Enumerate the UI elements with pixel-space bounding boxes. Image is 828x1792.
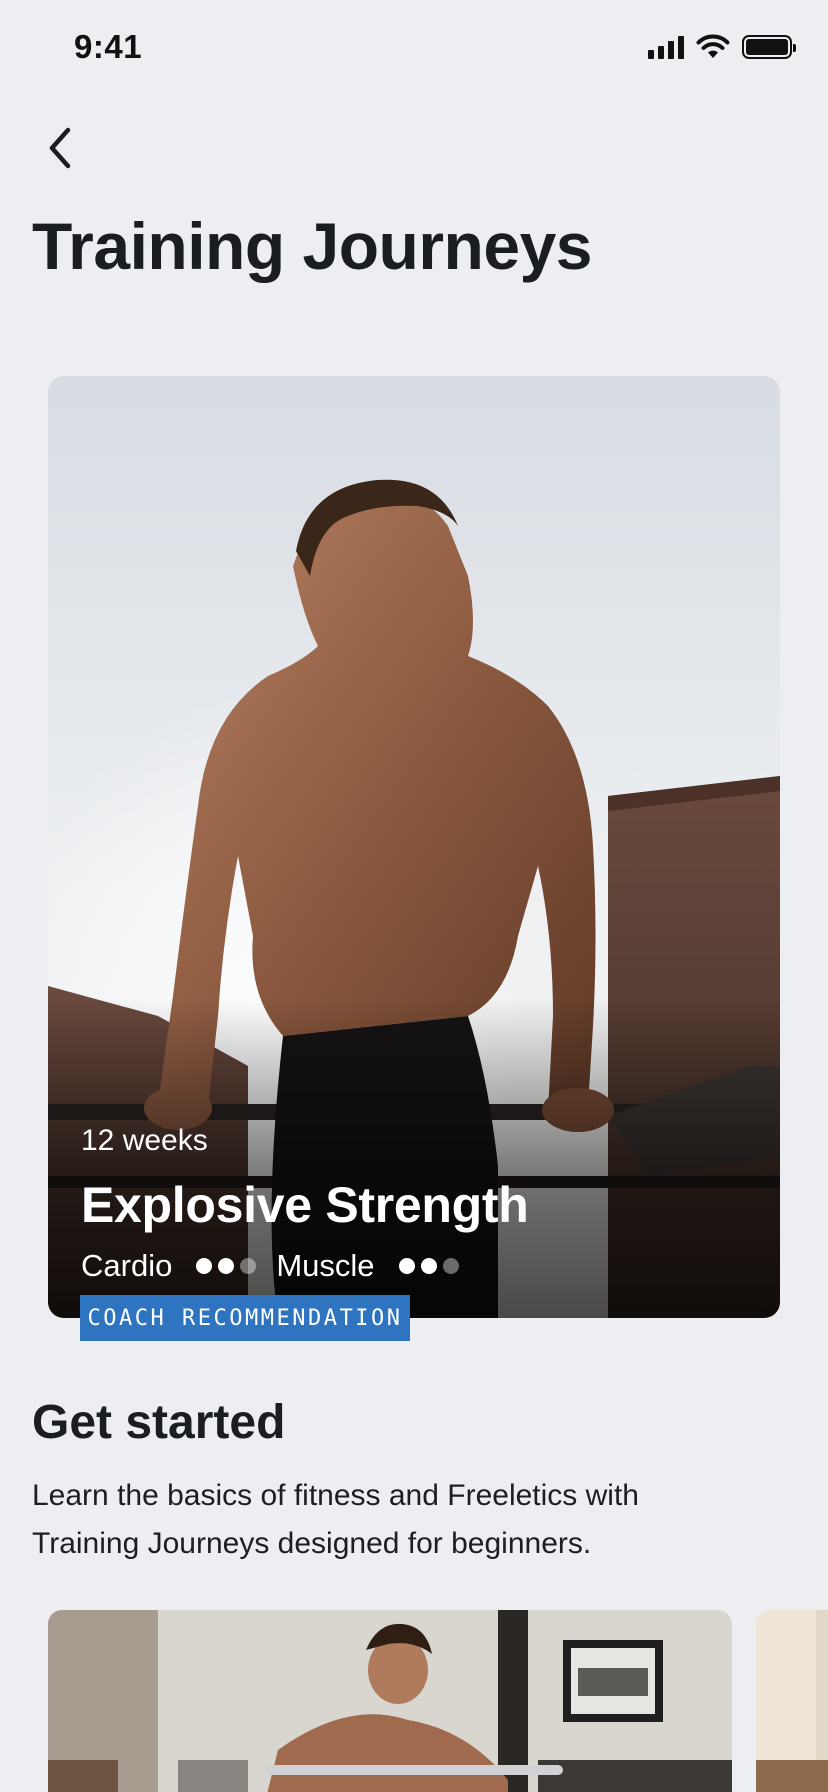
next-journey-card[interactable] [756, 1610, 828, 1792]
chevron-left-icon [49, 127, 71, 169]
back-button[interactable] [30, 118, 90, 178]
section-description: Learn the basics of fitness and Freeleti… [32, 1479, 639, 1560]
cardio-level-dots [196, 1258, 257, 1274]
section-title-get-started: Get started [32, 1396, 286, 1449]
page-title: Training Journeys [32, 209, 592, 283]
muscle-level-dots [398, 1258, 459, 1274]
featured-journey-card[interactable]: 12 weeks Explosive Strength Cardio Muscl… [48, 376, 780, 1318]
metric-cardio-label: Cardio [81, 1248, 173, 1283]
metric-muscle-label: Muscle [276, 1248, 375, 1283]
status-time: 9:41 [74, 28, 143, 65]
journey-duration: 12 weeks [81, 1124, 208, 1157]
journey-title: Explosive Strength [81, 1177, 529, 1233]
training-journeys-screen: 9:41 Training Journeys 12 weeks Explosiv… [0, 0, 828, 1792]
wifi-icon [696, 34, 730, 58]
journey-metrics: Cardio Muscle [81, 1248, 479, 1284]
coach-recommendation-badge: COACH RECOMMENDATION [80, 1295, 410, 1341]
next-journey-photo [756, 1610, 828, 1792]
signal-icon [648, 35, 684, 59]
status-bar: 9:41 [0, 0, 828, 96]
battery-icon [742, 35, 796, 59]
home-indicator[interactable] [265, 1765, 563, 1775]
status-icons [648, 34, 796, 60]
